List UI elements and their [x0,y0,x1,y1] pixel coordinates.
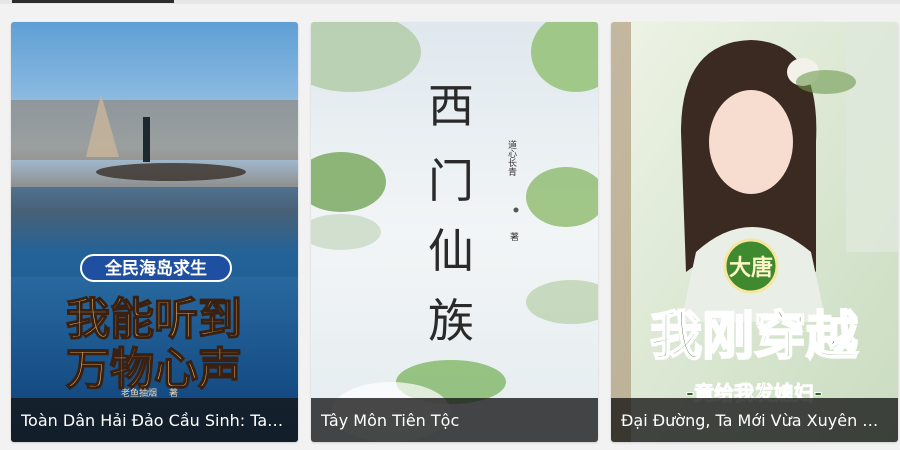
book-card-2[interactable]: 西 门 仙 族 道心长青 著 Tây Môn Tiên Tộc [311,22,598,442]
book-title[interactable]: Tây Môn Tiên Tộc [321,411,588,430]
book-title-bar[interactable]: Tây Môn Tiên Tộc [311,398,598,442]
cover-title-char-2: 门 [428,154,474,208]
cover-title-char-3: 仙 [428,224,474,278]
cover-art: 西 门 仙 族 道心长青 著 [311,22,598,442]
active-tab-underline [12,0,174,3]
tab-bar-rule [0,0,900,4]
book-title[interactable]: Toàn Dân Hải Đảo Cầu Sinh: Ta Có Thể Ngh… [21,411,288,430]
book-cover-image[interactable]: 全民海岛求生 我能听到 万物心声 老鱼抽烟 著 [11,22,298,442]
cover-title-char-4: 族 [428,294,474,348]
cover-badge-text: 大唐 [729,255,773,281]
book-card-1[interactable]: 全民海岛求生 我能听到 万物心声 老鱼抽烟 著 Toàn Dân Hải Đảo… [11,22,298,442]
cover-title-line1: 我能听到 [66,294,242,345]
cover-author: 道心长青 [506,139,517,177]
cover-banner-text: 全民海岛求生 [104,258,207,279]
cover-art: 大唐 我刚穿越 -竟给我发媳妇- [611,22,898,442]
cover-title-line2: 万物心声 [66,344,242,395]
cover-title-char-1: 西 [428,79,474,133]
book-cover-image[interactable]: 西 门 仙 族 道心长青 著 [311,22,598,442]
book-cover-image[interactable]: 大唐 我刚穿越 -竟给我发媳妇- [611,22,898,442]
book-title-bar[interactable]: Toàn Dân Hải Đảo Cầu Sinh: Ta Có Thể Ngh… [11,398,298,442]
cover-art: 全民海岛求生 我能听到 万物心声 老鱼抽烟 著 [11,22,298,442]
book-title-bar[interactable]: Đại Đường, Ta Mới Vừa Xuyên Qua [611,398,898,442]
cover-author-suffix: 著 [510,231,519,243]
cover-title: 我刚穿越 [650,307,859,367]
book-title[interactable]: Đại Đường, Ta Mới Vừa Xuyên Qua [621,411,888,430]
book-grid: 全民海岛求生 我能听到 万物心声 老鱼抽烟 著 Toàn Dân Hải Đảo… [11,22,898,442]
book-card-3[interactable]: 大唐 我刚穿越 -竟给我发媳妇- Đại Đường, Ta Mới Vừa X… [611,22,898,442]
